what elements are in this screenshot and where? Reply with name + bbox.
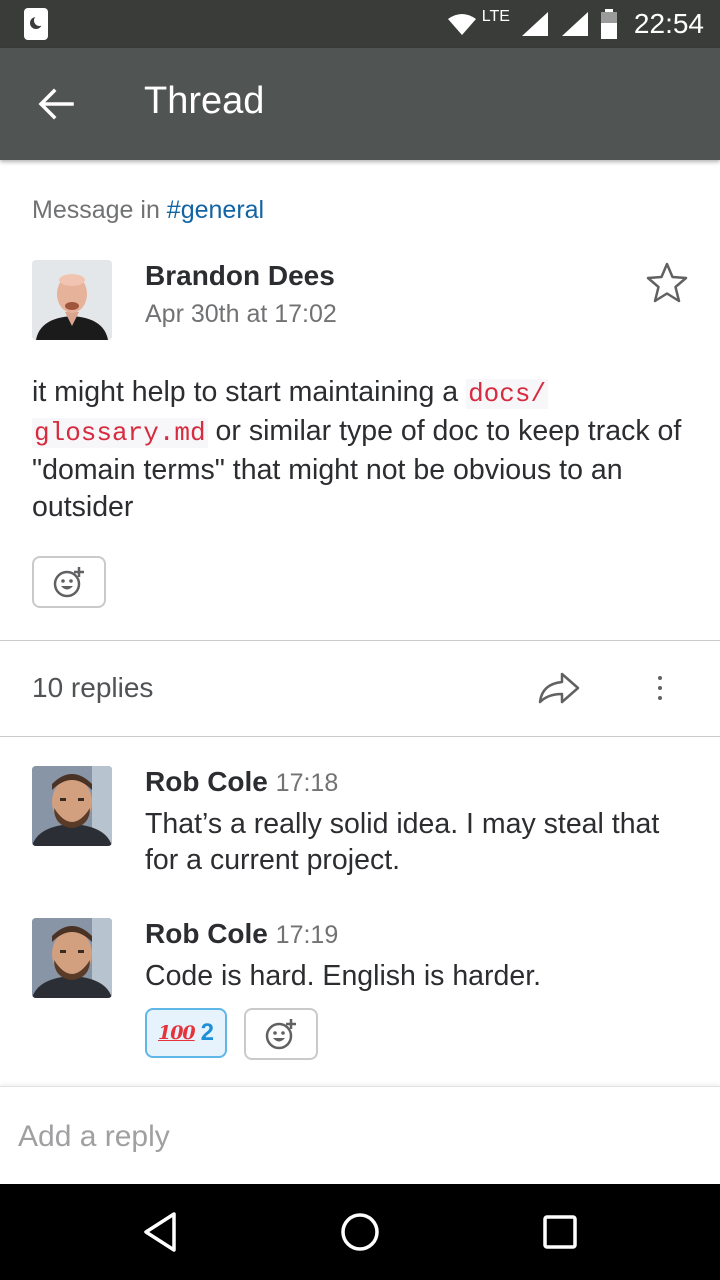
page-title: Thread — [144, 80, 265, 122]
avatar[interactable] — [32, 766, 112, 846]
reply-input[interactable] — [18, 1117, 698, 1157]
nav-recents-button[interactable] — [536, 1208, 584, 1256]
clock: 22:54 — [633, 8, 704, 39]
nav-back-icon — [144, 1212, 176, 1252]
reply-author-name: Rob Cole — [145, 766, 268, 797]
hundred-points-icon: 100 — [157, 1022, 196, 1044]
reply-timestamp: 17:18 — [275, 769, 339, 797]
message-context: Message in #general — [32, 196, 264, 225]
reply-text: That’s a really solid idea. I may steal … — [145, 808, 660, 876]
network-label: LTE — [481, 8, 510, 25]
reply-author[interactable]: Rob Cole 17:18 — [145, 766, 338, 798]
signal-icon — [521, 12, 548, 36]
add-reaction-icon — [53, 567, 84, 598]
avatar[interactable] — [32, 918, 112, 998]
more-vertical-icon — [658, 676, 662, 680]
system-nav-bar — [0, 1184, 720, 1280]
reply-author[interactable]: Rob Cole 17:19 — [145, 918, 338, 950]
nav-recents-icon — [543, 1215, 577, 1249]
reply-author-name: Rob Cole — [145, 918, 268, 949]
do-not-disturb-icon — [24, 8, 48, 40]
add-reaction-icon — [265, 1019, 296, 1050]
app-bar: Thread — [0, 48, 720, 160]
avatar-photo — [32, 260, 112, 340]
status-right: LTE 22:54 — [446, 0, 704, 48]
star-icon — [646, 262, 688, 303]
star-button[interactable] — [644, 260, 690, 306]
avatar-photo — [32, 918, 112, 998]
author-name[interactable]: Brandon Dees — [145, 260, 335, 292]
battery-icon — [600, 9, 617, 39]
reaction-count: 2 — [200, 1019, 215, 1046]
channel-link[interactable]: #general — [167, 196, 264, 224]
message-timestamp: Apr 30th at 17:02 — [145, 300, 337, 328]
status-bar: LTE 22:54 — [0, 0, 720, 48]
message-body: it might help to start maintaining a doc… — [32, 374, 692, 526]
more-vertical-icon — [658, 696, 662, 700]
back-button[interactable] — [28, 76, 84, 132]
more-options-button[interactable] — [646, 666, 674, 710]
reply-count: 10 replies — [32, 672, 154, 703]
reaction-100-button[interactable]: 100 2 — [145, 1008, 227, 1058]
reply-composer — [0, 1086, 720, 1184]
wifi-icon — [447, 14, 476, 35]
nav-back-button[interactable] — [136, 1208, 184, 1256]
divider — [0, 736, 720, 737]
context-prefix: Message in — [32, 196, 167, 224]
share-icon — [538, 672, 580, 704]
add-reaction-button[interactable] — [32, 556, 106, 608]
reply-text: Code is hard. English is harder. — [145, 960, 542, 992]
add-reaction-button[interactable] — [244, 1008, 318, 1060]
divider — [0, 640, 720, 641]
avatar[interactable] — [32, 260, 112, 340]
back-arrow-icon — [38, 88, 74, 120]
inline-code: glossary.md — [32, 418, 208, 448]
nav-home-button[interactable] — [336, 1208, 384, 1256]
signal-icon — [561, 12, 588, 36]
more-vertical-icon — [658, 686, 662, 690]
reply-timestamp: 17:19 — [275, 921, 339, 949]
avatar-photo — [32, 766, 112, 846]
share-button[interactable] — [536, 666, 584, 710]
message-text: it might help to start maintaining a — [32, 376, 467, 408]
nav-home-icon — [341, 1213, 379, 1251]
inline-code: docs/ — [466, 379, 549, 409]
